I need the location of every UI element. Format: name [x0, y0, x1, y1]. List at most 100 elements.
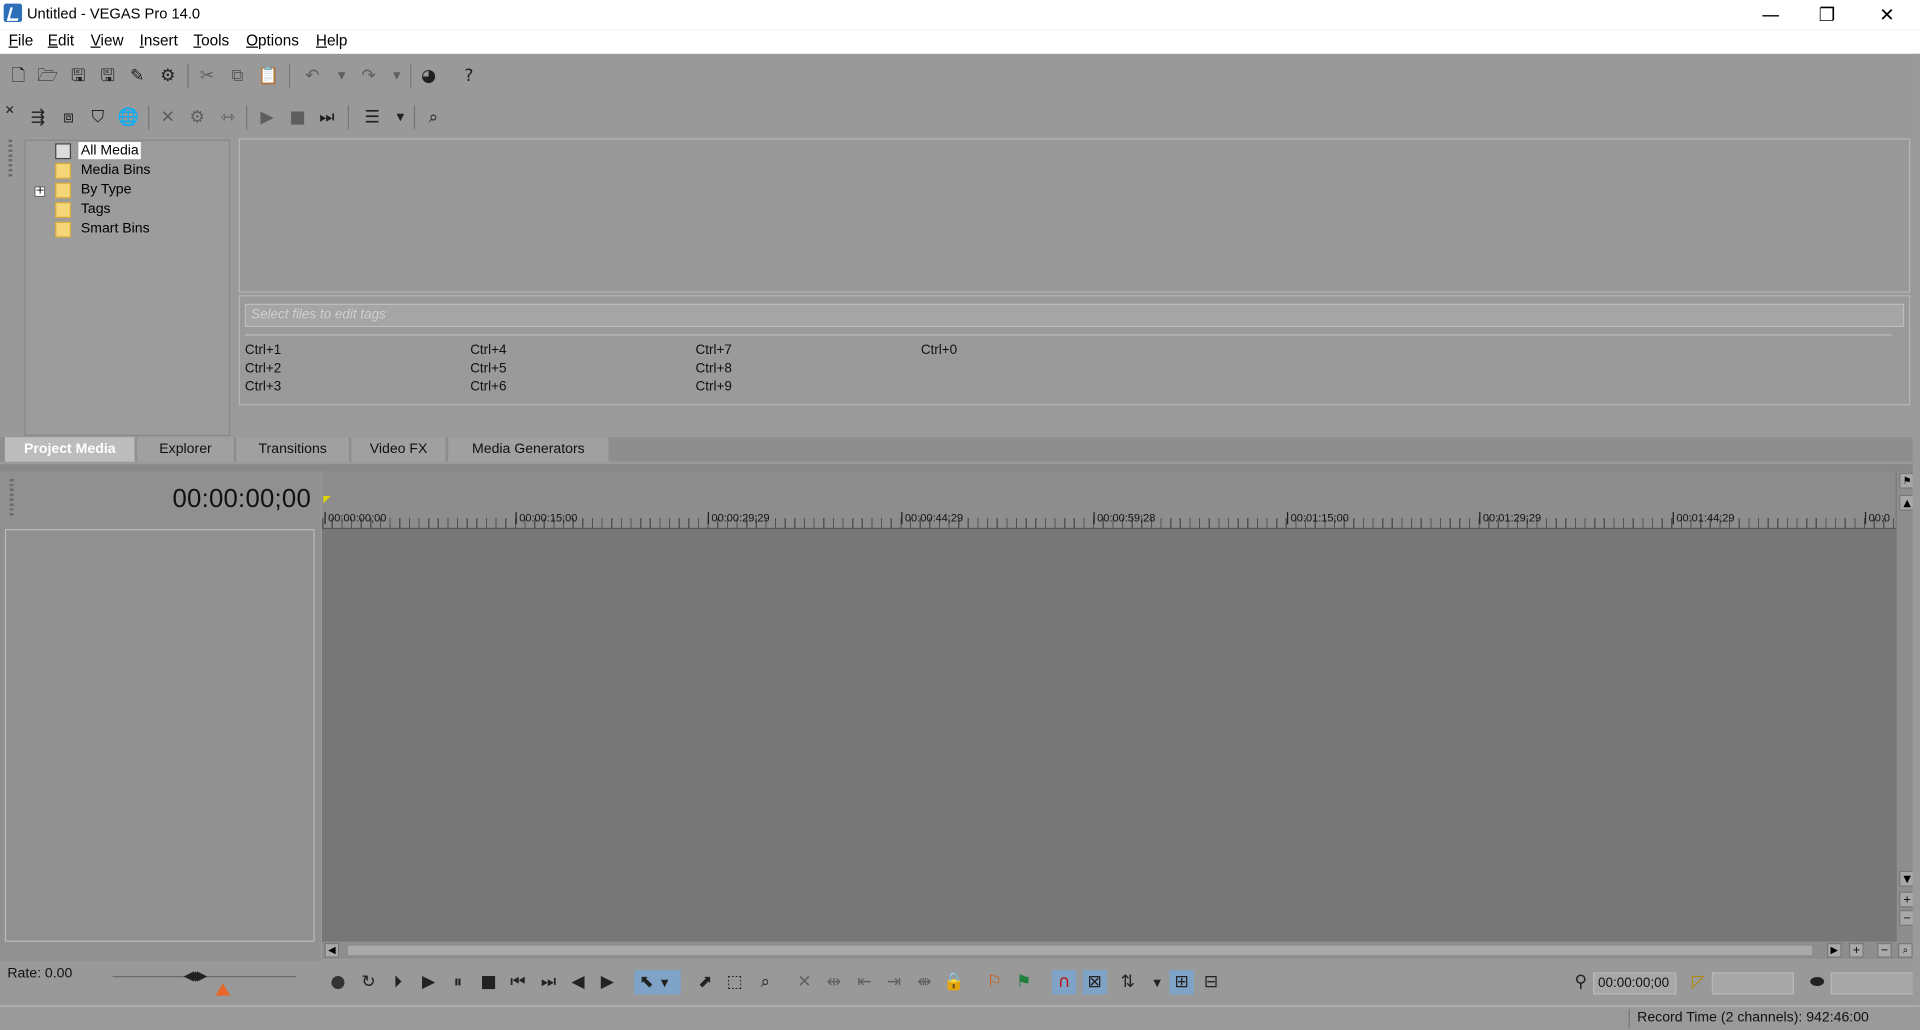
- remove-media-icon[interactable]: ✕: [157, 107, 179, 129]
- cursor-marker[interactable]: [323, 496, 331, 504]
- timeline[interactable]: 00:00:00;00 00:00:15;00 00:00:29;29 00:0…: [322, 471, 1896, 942]
- tab-transitions[interactable]: Transitions: [236, 437, 351, 462]
- redo-dropdown-icon[interactable]: ▼: [386, 65, 408, 87]
- tag-shortcut[interactable]: Ctrl+0: [921, 343, 957, 358]
- rate-slider-knob-icon[interactable]: ◀◆▶: [184, 968, 208, 984]
- paste-icon[interactable]: 📋: [257, 65, 279, 87]
- open-icon[interactable]: 🗁: [37, 65, 59, 87]
- tag-shortcut[interactable]: Ctrl+7: [696, 343, 732, 358]
- new-project-icon[interactable]: 🗋: [7, 65, 29, 87]
- stop-preview-icon[interactable]: ■: [287, 107, 309, 129]
- menu-edit[interactable]: Edit: [48, 32, 74, 49]
- timeline-grip[interactable]: [9, 478, 14, 519]
- undo-icon[interactable]: ↶: [301, 65, 323, 87]
- zoom-tool-icon[interactable]: ⌕: [1897, 943, 1913, 958]
- tag-shortcut[interactable]: Ctrl+1: [245, 343, 281, 358]
- next-frame-icon[interactable]: ▶: [595, 970, 619, 994]
- get-media-from-cd-icon[interactable]: ⛉: [87, 107, 109, 129]
- render-as-icon[interactable]: ✎: [126, 65, 148, 87]
- scroll-right-icon[interactable]: ▶: [1826, 943, 1842, 958]
- expand-by-type-button[interactable]: +: [34, 186, 46, 198]
- close-button[interactable]: ✕: [1859, 0, 1915, 29]
- ripple-edit-icon[interactable]: ⇅: [1116, 970, 1140, 994]
- horizontal-scrollbar[interactable]: ◀ ▶ + − ⌕: [322, 941, 1918, 959]
- normal-edit-tool-icon[interactable]: ⬉ ▼: [634, 969, 681, 995]
- zoom-edit-tool-icon[interactable]: ⌕: [753, 970, 777, 994]
- snapping-icon[interactable]: ∩: [1051, 969, 1077, 995]
- play-icon[interactable]: ▶: [416, 970, 440, 994]
- menu-options[interactable]: Options: [246, 32, 299, 49]
- tag-shortcut[interactable]: Ctrl+9: [696, 380, 732, 395]
- play-from-start-icon[interactable]: ⏵: [386, 970, 410, 994]
- media-properties-icon[interactable]: ⚙: [186, 107, 208, 129]
- docking-grip[interactable]: [8, 139, 13, 179]
- menu-file[interactable]: File: [9, 32, 34, 49]
- lock-icon[interactable]: 🔒: [942, 970, 966, 994]
- cut-icon[interactable]: ✂: [196, 65, 218, 87]
- trim-end-icon[interactable]: ⇥: [882, 970, 906, 994]
- close-window-icon[interactable]: ✕: [4, 100, 16, 122]
- capture-video-icon[interactable]: ⧈: [58, 107, 80, 129]
- envelope-edit-tool-icon[interactable]: ⬈: [693, 970, 717, 994]
- trim-icon[interactable]: ⇹: [822, 970, 846, 994]
- selection-length-field[interactable]: [1830, 972, 1914, 995]
- project-media-list[interactable]: [238, 138, 1911, 293]
- tab-explorer[interactable]: Explorer: [137, 437, 236, 462]
- tab-video-fx[interactable]: Video FX: [351, 437, 447, 462]
- previous-frame-icon[interactable]: ◀: [566, 970, 590, 994]
- import-media-icon[interactable]: ⇶: [27, 107, 49, 129]
- track-list[interactable]: [4, 529, 315, 942]
- tree-item-smart-bins[interactable]: Smart Bins: [55, 219, 152, 239]
- tab-project-media[interactable]: Project Media: [4, 437, 136, 462]
- preview-icon[interactable]: ◕: [418, 65, 440, 87]
- pause-icon[interactable]: ⏸: [446, 970, 470, 994]
- redo-icon[interactable]: ↷: [358, 65, 380, 87]
- cursor-position-field[interactable]: 00:00:00;00: [1593, 972, 1677, 995]
- restore-button[interactable]: ❐: [1799, 0, 1855, 29]
- menu-insert[interactable]: Insert: [140, 32, 178, 49]
- stop-icon[interactable]: ■: [476, 970, 500, 994]
- trim-start-icon[interactable]: ⇤: [852, 970, 876, 994]
- save-icon[interactable]: 🖫: [67, 65, 89, 87]
- tree-item-by-type[interactable]: By Type: [55, 180, 134, 200]
- save-as-icon[interactable]: 🖫: [97, 65, 119, 87]
- tree-item-media-bins[interactable]: Media Bins: [55, 160, 153, 180]
- rate-slider-track[interactable]: [112, 976, 297, 978]
- delete-icon[interactable]: ✕: [792, 970, 816, 994]
- selection-edit-tool-icon[interactable]: ⬚: [722, 970, 746, 994]
- time-ruler[interactable]: 00:00:00;00 00:00:15;00 00:00:29;29 00:0…: [322, 471, 1896, 530]
- ignore-event-grouping-icon[interactable]: ⊟: [1199, 970, 1223, 994]
- tag-shortcut[interactable]: Ctrl+2: [245, 361, 281, 376]
- views-dropdown-icon[interactable]: ▼: [389, 107, 411, 129]
- media-fx-icon[interactable]: ⇿: [217, 107, 239, 129]
- record-icon[interactable]: ●: [326, 970, 350, 994]
- properties-gear-icon[interactable]: ⚙: [157, 65, 179, 87]
- tag-shortcut[interactable]: Ctrl+3: [245, 380, 281, 395]
- loop-playback-icon[interactable]: ↻: [356, 970, 380, 994]
- zoom-out-horizontal-icon[interactable]: −: [1877, 943, 1892, 958]
- tag-input[interactable]: Select files to edit tags: [244, 303, 1905, 327]
- go-to-end-icon[interactable]: ⏭: [536, 970, 560, 994]
- undo-dropdown-icon[interactable]: ▼: [331, 65, 353, 87]
- auto-preview-icon[interactable]: ⏭: [316, 107, 338, 129]
- search-icon[interactable]: ⌕: [422, 107, 444, 129]
- menu-view[interactable]: View: [91, 32, 124, 49]
- menu-tools[interactable]: Tools: [193, 32, 229, 49]
- minimize-button[interactable]: —: [1742, 0, 1798, 29]
- tag-shortcut[interactable]: Ctrl+5: [470, 361, 506, 376]
- tab-media-generators[interactable]: Media Generators: [448, 437, 610, 462]
- tag-shortcut[interactable]: Ctrl+4: [470, 343, 506, 358]
- selection-start-field[interactable]: [1711, 972, 1794, 995]
- copy-icon[interactable]: ⧉: [227, 65, 249, 87]
- tag-shortcut[interactable]: Ctrl+6: [470, 380, 506, 395]
- get-media-from-web-icon[interactable]: 🌐: [118, 107, 140, 129]
- zoom-in-horizontal-icon[interactable]: +: [1848, 943, 1864, 958]
- split-icon[interactable]: ⇼: [912, 970, 936, 994]
- ripple-dropdown-icon[interactable]: ▼: [1145, 970, 1169, 994]
- horizontal-scroll-thumb[interactable]: [346, 944, 1814, 957]
- docking-splitter[interactable]: [0, 464, 1920, 472]
- insert-marker-icon[interactable]: ⚐: [982, 970, 1006, 994]
- go-to-start-icon[interactable]: ⏮: [506, 970, 530, 994]
- views-icon[interactable]: ☰: [361, 107, 383, 129]
- whats-this-help-icon[interactable]: ?: [458, 65, 480, 87]
